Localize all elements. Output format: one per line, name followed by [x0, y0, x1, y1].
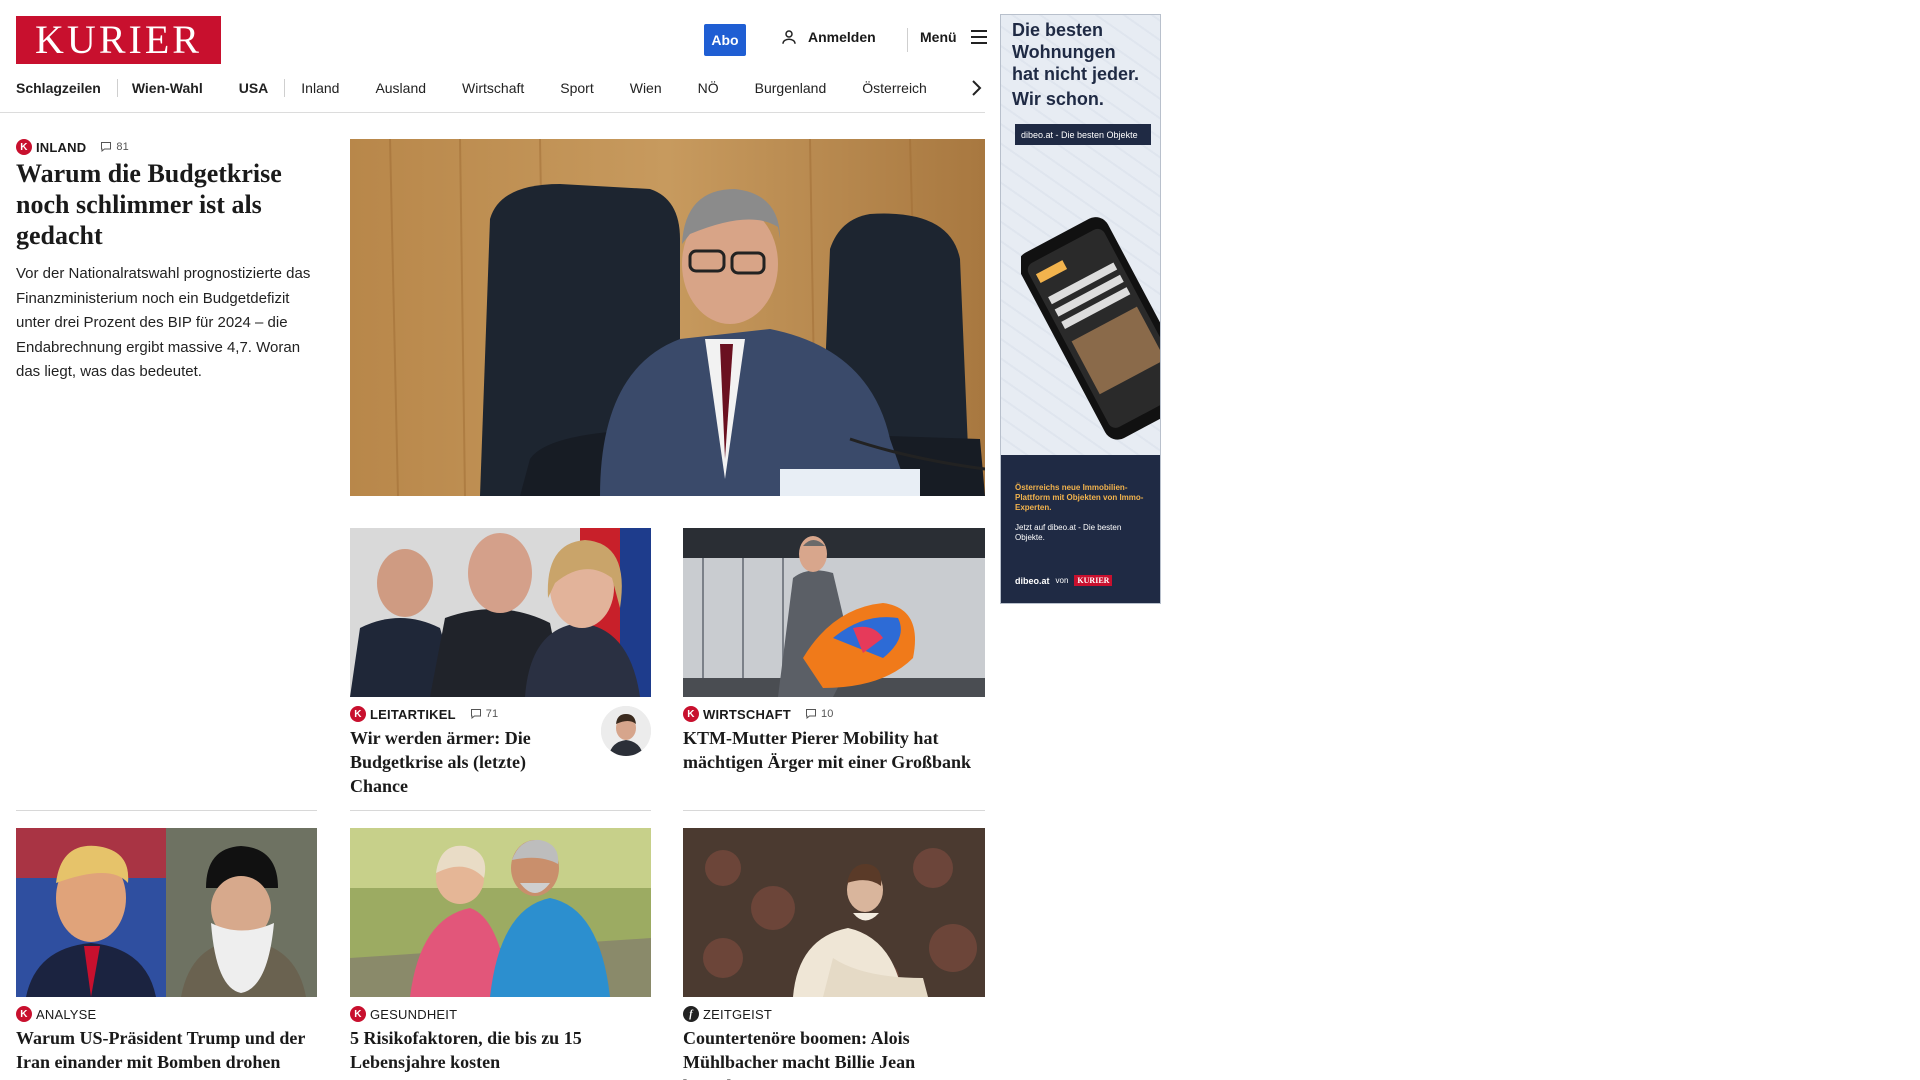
login-button[interactable]: Anmelden — [780, 28, 876, 46]
abo-button[interactable]: Abo — [704, 24, 746, 56]
nav-item-burgenland[interactable]: Burgenland — [755, 80, 827, 96]
comment-icon — [805, 709, 816, 720]
article-headline[interactable]: Warum US-Präsident Trump und der Iran ei… — [16, 1026, 317, 1074]
article-category[interactable]: WIRTSCHAFT — [703, 707, 791, 722]
kurier-k-icon: K — [16, 1006, 32, 1022]
lead-teaser: Vor der Nationalratswahl prognostizierte… — [16, 265, 311, 380]
lead-category[interactable]: INLAND — [36, 140, 86, 155]
nav-item-oesterreich[interactable]: Österreich — [862, 80, 927, 96]
zeitgeist-icon: f — [683, 1006, 699, 1022]
ad-brand-dibeo: dibeo.at — [1015, 575, 1050, 586]
nav-item-inland[interactable]: Inland — [301, 80, 339, 96]
kurier-k-icon: K — [16, 139, 32, 155]
kurier-k-icon: K — [350, 706, 366, 722]
article-headline[interactable]: Wir werden ärmer: Die Budgetkrise als (l… — [350, 726, 585, 798]
ad-badge: dibeo.at - Die besten Objekte — [1015, 124, 1151, 145]
kurier-k-icon: K — [350, 1006, 366, 1022]
advertisement-banner[interactable]: Die besten Wohnungen hat nicht jeder. Wi… — [1000, 14, 1161, 604]
menu-button[interactable]: Menü — [920, 28, 989, 46]
kurier-k-icon: K — [683, 706, 699, 722]
lead-photo — [350, 139, 985, 496]
lead-image[interactable] — [350, 139, 985, 496]
nav-underline — [0, 112, 985, 113]
nav-divider — [284, 79, 286, 97]
article-image[interactable] — [350, 828, 651, 997]
nav-item-sport[interactable]: Sport — [560, 80, 593, 96]
article-headline[interactable]: Countertenöre boomen: Alois Mühlbacher m… — [683, 1026, 963, 1080]
article-image[interactable] — [683, 828, 985, 997]
trump-khamenei-photo — [16, 828, 317, 997]
logo-text: KURIER — [35, 17, 202, 62]
article-headline[interactable]: KTM-Mutter Pierer Mobility hat mächtigen… — [683, 726, 983, 774]
hamburger-icon — [970, 30, 987, 44]
lead-headline[interactable]: Warum die Budgetkrise noch schlimmer ist… — [16, 158, 316, 251]
login-label: Anmelden — [808, 29, 876, 45]
article-image[interactable] — [683, 528, 985, 697]
article-image[interactable] — [16, 828, 317, 997]
article-comment-count: 10 — [820, 708, 834, 720]
article-meta: K WIRTSCHAFT 10 — [683, 706, 834, 722]
motorbike-photo — [683, 528, 985, 697]
article-divider — [683, 810, 985, 811]
article-image[interactable] — [350, 528, 651, 697]
nav-item-wien[interactable]: Wien — [630, 80, 662, 96]
article-divider — [350, 810, 651, 811]
nav-item-ausland[interactable]: Ausland — [375, 80, 426, 96]
header-divider — [907, 28, 908, 52]
article-meta: K LEITARTIKEL 71 — [350, 706, 498, 722]
comment-icon — [470, 709, 481, 720]
article-meta: K GESUNDHEIT — [350, 1006, 457, 1022]
article-meta: K ANALYSE — [16, 1006, 96, 1022]
section-nav: Schlagzeilen Wien-Wahl USA Inland Auslan… — [16, 76, 986, 100]
countertenor-photo — [683, 828, 985, 997]
lead-comment-count: 81 — [116, 141, 129, 153]
nav-item-schlagzeilen[interactable]: Schlagzeilen — [16, 80, 101, 96]
nav-item-wien-wahl[interactable]: Wien-Wahl — [132, 80, 203, 96]
ad-brand-kurier: KURIER — [1074, 575, 1113, 586]
article-category[interactable]: ZEITGEIST — [703, 1007, 772, 1022]
author-photo — [601, 706, 651, 756]
lead-meta: K INLAND 81 — [16, 139, 129, 155]
column-divider — [16, 810, 317, 811]
kurier-logo[interactable]: KURIER — [16, 16, 221, 64]
article-meta: f ZEITGEIST — [683, 1006, 772, 1022]
nav-item-noe[interactable]: NÖ — [698, 80, 719, 96]
ad-footer-brand: dibeo.at von KURIER — [1015, 575, 1113, 586]
politicians-photo — [350, 528, 651, 697]
smartphone-icon — [1021, 217, 1160, 440]
lead-comments[interactable]: 81 — [100, 141, 129, 153]
article-comment-count: 71 — [485, 708, 499, 720]
article-category[interactable]: LEITARTIKEL — [370, 707, 456, 722]
user-icon — [782, 30, 796, 44]
ad-promo-text: Österreichs neue Immobilien-Plattform mi… — [1015, 483, 1144, 512]
ad-cta-text: Jetzt auf dibeo.at - Die besten Objekte. — [1015, 523, 1122, 542]
ad-tagline: Wir schon. — [1012, 89, 1104, 109]
nav-divider — [116, 79, 118, 97]
article-comments[interactable]: 10 — [805, 708, 834, 720]
article-comments[interactable]: 71 — [470, 708, 499, 720]
nav-scroll-right-button[interactable] — [964, 76, 988, 100]
article-headline[interactable]: 5 Risikofaktoren, die bis zu 15 Lebensja… — [350, 1026, 651, 1074]
nav-item-usa[interactable]: USA — [239, 80, 269, 96]
menu-label: Menü — [920, 29, 957, 45]
comment-icon — [101, 142, 112, 153]
chevron-right-icon — [972, 80, 982, 96]
article-category[interactable]: GESUNDHEIT — [370, 1007, 457, 1022]
article-category[interactable]: ANALYSE — [36, 1007, 96, 1022]
author-avatar[interactable] — [601, 706, 651, 756]
seniors-exercise-photo — [350, 828, 651, 997]
ad-brand-von: von — [1055, 576, 1069, 585]
nav-item-wirtschaft[interactable]: Wirtschaft — [462, 80, 524, 96]
ad-headline: Die besten Wohnungen hat nicht jeder. — [1012, 20, 1140, 84]
